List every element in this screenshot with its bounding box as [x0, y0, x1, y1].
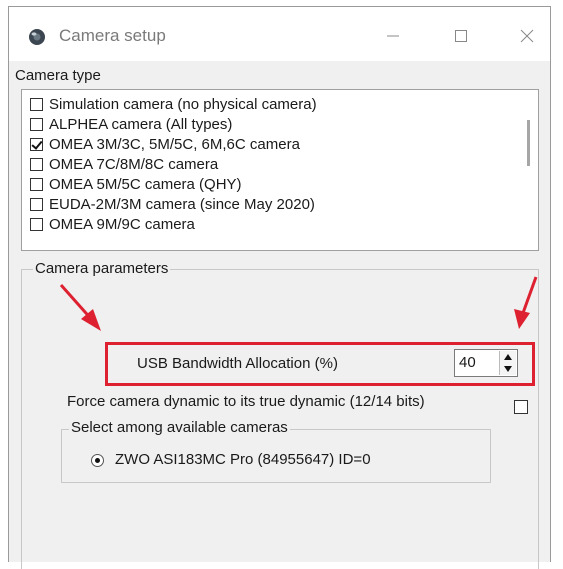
window-title: Camera setup — [59, 26, 166, 45]
list-item-label: Simulation camera (no physical camera) — [49, 95, 317, 113]
list-item-euda-camera[interactable]: EUDA-2M/3M camera (since May 2020) — [30, 194, 315, 214]
camera-setup-window: Camera setup Camera type Simulation came… — [8, 6, 551, 569]
list-item-omea-5m-qhy-camera[interactable]: OMEA 5M/5C camera (QHY) — [30, 174, 242, 194]
minimize-icon — [387, 35, 399, 37]
camera-parameters-label: Camera parameters — [33, 260, 171, 277]
checkbox[interactable] — [30, 217, 43, 231]
list-scrollbar-thumb[interactable] — [527, 120, 530, 166]
maximize-button[interactable] — [441, 19, 481, 53]
camera-option-label: ZWO ASI183MC Pro (84955647) ID=0 — [115, 451, 371, 468]
checkbox[interactable] — [30, 157, 43, 171]
list-item-label: EUDA-2M/3M camera (since May 2020) — [49, 195, 315, 213]
list-item-omea-9m-camera[interactable]: OMEA 9M/9C camera — [30, 214, 195, 234]
force-dynamic-checkbox[interactable] — [514, 400, 528, 414]
camera-type-label: Camera type — [15, 67, 101, 84]
force-dynamic-label: Force camera dynamic to its true dynamic… — [67, 393, 425, 410]
list-item-label: OMEA 9M/9C camera — [49, 215, 195, 233]
close-icon — [520, 29, 534, 43]
checkbox[interactable] — [30, 97, 43, 111]
checkbox[interactable] — [30, 197, 43, 211]
list-item-omea-3m-camera[interactable]: OMEA 3M/3C, 5M/5C, 6M,6C camera — [30, 134, 300, 154]
checkbox[interactable] — [30, 177, 43, 191]
select-cameras-label: Select among available cameras — [69, 419, 290, 436]
list-item-simulation-camera[interactable]: Simulation camera (no physical camera) — [30, 94, 317, 114]
list-item-label: OMEA 7C/8M/8C camera — [49, 155, 219, 173]
maximize-icon — [455, 30, 467, 42]
annotation-highlight-box — [105, 342, 535, 386]
list-item-label: OMEA 3M/3C, 5M/5C, 6M,6C camera — [49, 135, 300, 153]
list-item-label: ALPHEA camera (All types) — [49, 115, 233, 133]
camera-app-icon — [29, 29, 45, 45]
checkbox-checked[interactable] — [30, 137, 43, 151]
list-item-alphea-camera[interactable]: ALPHEA camera (All types) — [30, 114, 232, 134]
title-bar[interactable]: Camera setup — [9, 7, 550, 61]
camera-type-list[interactable]: Simulation camera (no physical camera) A… — [21, 89, 539, 251]
list-item-omea-7c-camera[interactable]: OMEA 7C/8M/8C camera — [30, 154, 218, 174]
minimize-button[interactable] — [373, 19, 413, 53]
list-item-label: OMEA 5M/5C camera (QHY) — [49, 175, 242, 193]
close-button[interactable] — [507, 19, 547, 53]
camera-radio-button[interactable] — [91, 454, 104, 467]
checkbox[interactable] — [30, 117, 43, 131]
